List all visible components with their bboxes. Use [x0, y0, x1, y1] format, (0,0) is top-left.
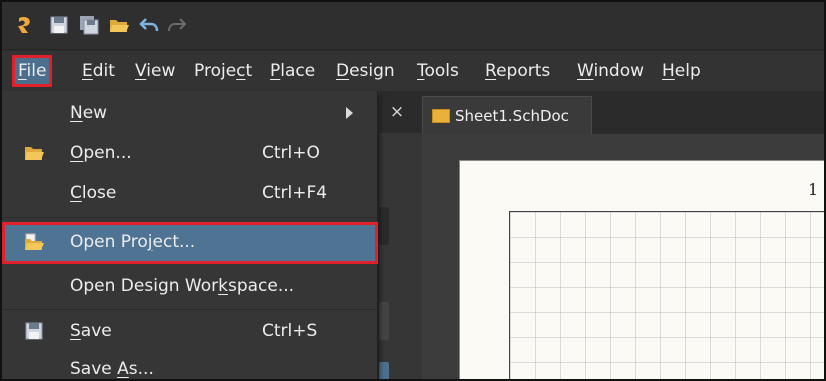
menu-label-post: t	[245, 61, 253, 81]
label-accel: S	[70, 321, 81, 341]
schematic-drawing-area[interactable]	[509, 211, 824, 379]
label-accel: C	[70, 183, 82, 203]
open-folder-icon	[24, 144, 44, 162]
menu-label-accel: E	[82, 61, 93, 81]
label-post: ew	[82, 103, 108, 123]
menu-reports[interactable]: Reports	[480, 55, 555, 87]
tab-sheet1-schdoc[interactable]: Sheet1.SchDoc	[422, 96, 592, 134]
label-accel: N	[70, 103, 83, 123]
file-menu-save-as[interactable]: Save As...	[2, 349, 378, 379]
menu-label-accel: P	[270, 61, 281, 81]
menu-item-label: Open...	[70, 133, 132, 173]
label-pre: Save	[70, 359, 118, 379]
shortcut-label: Ctrl+O	[262, 143, 320, 163]
label-pre: Open Pro	[70, 232, 148, 252]
label-post: lose	[81, 183, 117, 203]
panel-scrollbar[interactable]	[379, 302, 389, 340]
menu-item-label: Open Design Workspace...	[70, 266, 294, 306]
label-post: pen...	[83, 143, 132, 163]
menu-label-accel: W	[577, 61, 594, 81]
quick-access-toolbar	[2, 2, 824, 50]
panel-control	[379, 207, 389, 245]
menu-item-label: Save As...	[70, 349, 154, 379]
submenu-arrow-icon	[346, 107, 353, 119]
menu-item-label: Save	[70, 311, 112, 351]
application-window: File Edit View Project Place Design Tool…	[0, 0, 826, 381]
menu-separator	[2, 309, 378, 310]
menu-label-accel: T	[417, 61, 425, 81]
menu-label-post: iew	[146, 61, 176, 81]
menu-tools[interactable]: Tools	[412, 55, 464, 87]
label-post: ave	[80, 321, 112, 341]
undo-icon[interactable]	[138, 14, 160, 36]
menu-label-accel: H	[662, 61, 675, 81]
menu-label-post: lace	[280, 61, 316, 81]
shortcut-label: Ctrl+F4	[262, 183, 328, 203]
menu-item-label: New	[70, 93, 107, 133]
menu-label-post: esign	[349, 61, 395, 81]
menu-place[interactable]: Place	[265, 55, 320, 87]
menu-label-pre: Proje	[194, 61, 237, 81]
panel-selection-marker	[379, 362, 389, 379]
tab-label: Sheet1.SchDoc	[455, 107, 569, 125]
open-project-icon	[24, 233, 44, 251]
menu-label-accel: F	[18, 61, 27, 81]
menu-label-post: eports	[496, 61, 551, 81]
redo-icon[interactable]	[166, 14, 188, 36]
menu-label-accel: V	[135, 61, 147, 81]
menu-separator	[2, 217, 378, 218]
file-menu-dropdown: New Open... Ctrl+O Close Ctrl+F4 Open Pr…	[2, 91, 378, 379]
menu-file[interactable]: File	[12, 55, 53, 87]
label-accel: k	[218, 276, 228, 296]
menu-item-label: Open Project...	[70, 222, 195, 262]
close-panel-icon[interactable]: ×	[386, 99, 408, 125]
save-all-icon[interactable]	[78, 14, 100, 36]
file-menu-open-project[interactable]: Open Project...	[2, 222, 378, 264]
file-menu-close[interactable]: Close Ctrl+F4	[2, 173, 378, 213]
file-menu-new[interactable]: New	[2, 93, 378, 133]
label-post: space...	[227, 276, 295, 296]
menu-bar: File Edit View Project Place Design Tool…	[2, 51, 824, 91]
sheet-zone-number: 1	[808, 180, 819, 199]
file-menu-open[interactable]: Open... Ctrl+O	[2, 133, 378, 173]
label-accel: A	[117, 359, 129, 379]
schematic-doc-icon	[432, 109, 450, 123]
menu-label-accel: D	[336, 61, 350, 81]
menu-label-post: dit	[92, 61, 115, 81]
label-post: s...	[128, 359, 154, 379]
save-icon	[24, 322, 44, 340]
menu-label-post: ile	[26, 61, 47, 81]
menu-edit[interactable]: Edit	[77, 55, 120, 87]
open-folder-icon[interactable]	[108, 14, 130, 36]
file-menu-save[interactable]: Save Ctrl+S	[2, 311, 378, 351]
label-post: ect...	[152, 232, 196, 252]
app-logo-icon	[14, 14, 36, 36]
menu-label-post: indow	[593, 61, 645, 81]
menu-view[interactable]: View	[130, 55, 180, 87]
menu-item-label: Close	[70, 173, 116, 213]
label-pre: Open Design Wor	[70, 276, 219, 296]
menu-help[interactable]: Help	[657, 55, 706, 87]
label-accel: O	[70, 143, 84, 163]
menu-label-post: ools	[424, 61, 459, 81]
save-icon[interactable]	[48, 14, 70, 36]
menu-project[interactable]: Project	[189, 55, 257, 87]
shortcut-label: Ctrl+S	[262, 321, 318, 341]
menu-window[interactable]: Window	[572, 55, 649, 87]
menu-label-accel: c	[236, 61, 246, 81]
menu-design[interactable]: Design	[331, 55, 400, 87]
file-menu-open-design-workspace[interactable]: Open Design Workspace...	[2, 266, 378, 306]
menu-label-post: elp	[674, 61, 701, 81]
menu-label-accel: R	[485, 61, 497, 81]
